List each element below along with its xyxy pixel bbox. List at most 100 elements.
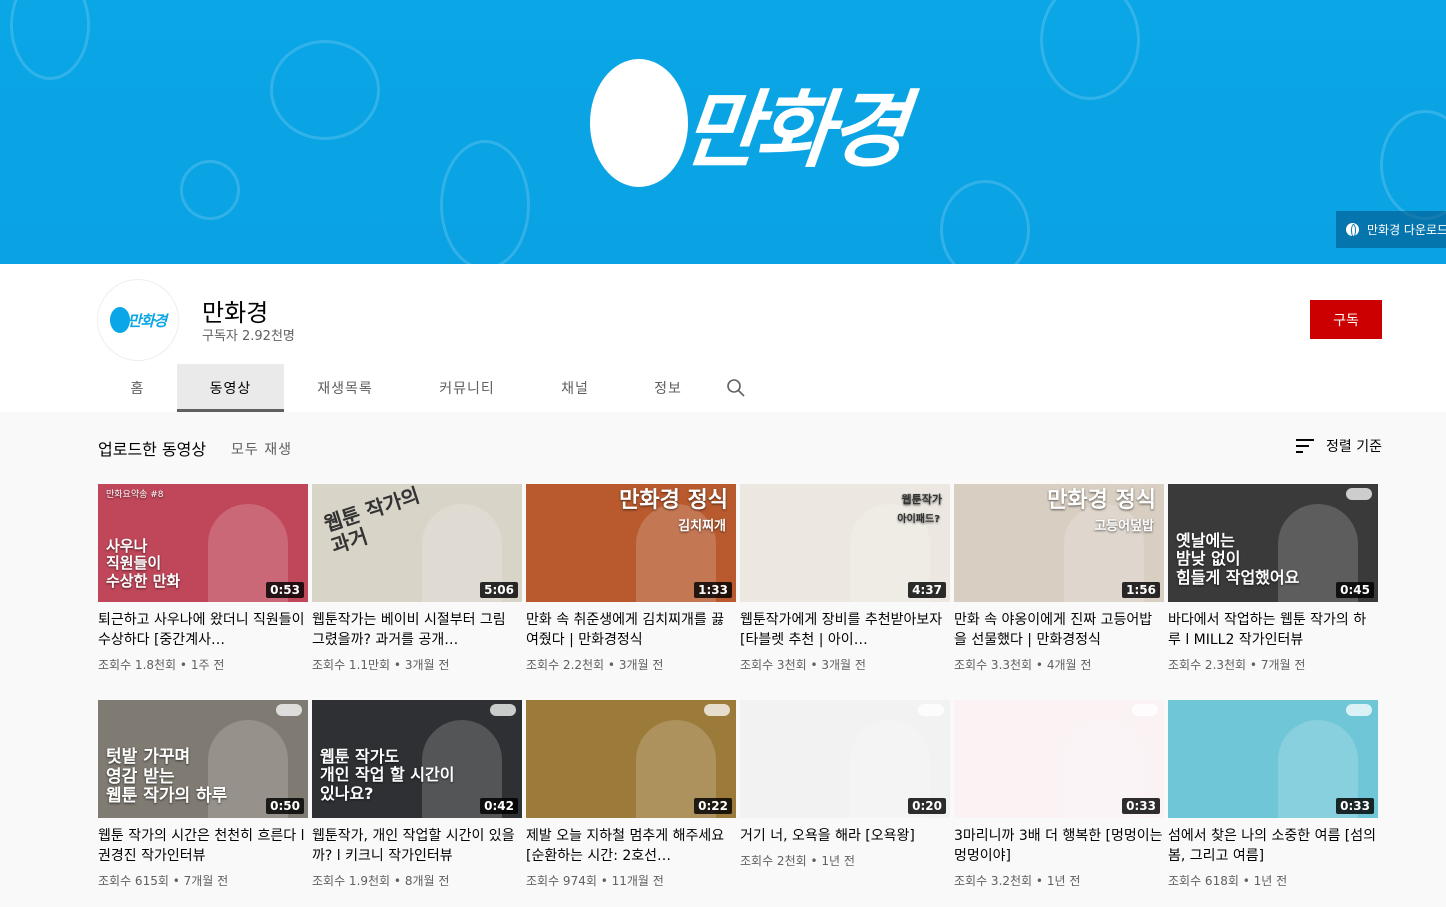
video-duration: 0:50 <box>266 798 304 814</box>
video-duration: 1:33 <box>694 582 732 598</box>
video-thumbnail[interactable]: 0:20 <box>740 700 950 818</box>
video-title[interactable]: 제발 오늘 지하철 멈추게 해주세요 [순환하는 시간: 2호선… <box>526 826 736 866</box>
subscribe-button[interactable]: 구독 <box>1310 300 1382 339</box>
tab-playlists[interactable]: 재생목록 <box>284 364 406 412</box>
video-meta: 조회수 2.2천회 • 3개월 전 <box>526 656 736 673</box>
subscriber-count: 구독자 2.92천명 <box>202 329 295 344</box>
video-card[interactable]: 0:22 제발 오늘 지하철 멈추게 해주세요 [순환하는 시간: 2호선… 조회수… <box>526 700 736 907</box>
video-card[interactable]: 만화경 정식 김치찌개 1:33 만화 속 취준생에게 김치찌개를 끓여줬다 | 만화… <box>526 484 736 700</box>
video-thumbnail[interactable]: 옛날에는 밤낮 없이 힘들게 작업했어요 0:45 <box>1168 484 1378 602</box>
watermark-logo <box>1132 704 1158 716</box>
video-thumbnail[interactable]: 0:33 <box>1168 700 1378 818</box>
meta-separator: • <box>390 874 405 888</box>
thumbnail-title: 텃밭 가꾸며 영감 받는 웹툰 작가의 하루 <box>106 747 228 807</box>
video-duration: 0:53 <box>266 582 304 598</box>
video-thumbnail[interactable]: 만화경 정식 김치찌개 1:33 <box>526 484 736 602</box>
view-count: 조회수 2.3천회 <box>1168 658 1247 672</box>
video-title[interactable]: 웹툰작가는 베이비 시절부터 그림 그렸을까? 과거를 공개… <box>312 610 522 650</box>
banner-doodle <box>1040 0 1140 100</box>
meta-separator: • <box>176 658 191 672</box>
play-all-link[interactable]: 모두 재생 <box>231 439 292 459</box>
thumbnail-title: 사우나 직원들이 수상한 만화 <box>106 537 181 590</box>
thumbnail-title: 웹툰 작가의 과거 <box>321 484 423 559</box>
video-title[interactable]: 퇴근하고 사우나에 왔더니 직원들이 수상하다 [중간계사… <box>98 610 308 650</box>
video-meta: 조회수 2.3천회 • 7개월 전 <box>1168 656 1378 673</box>
video-thumbnail[interactable]: 0:33 <box>954 700 1164 818</box>
video-title[interactable]: 웹툰작가, 개인 작업할 시간이 있을까? l 키크니 작가인터뷰 <box>312 826 522 866</box>
video-meta: 조회수 3천회 • 3개월 전 <box>740 656 950 673</box>
video-duration: 0:20 <box>908 798 946 814</box>
logo-circle <box>590 59 688 187</box>
banner-logo: 만화경 <box>590 58 908 188</box>
video-card[interactable]: 텃밭 가꾸며 영감 받는 웹툰 작가의 하루 0:50 웹툰 작가의 시간은 천천히… <box>98 700 308 907</box>
video-thumbnail[interactable]: 웹툰 작가도 개인 작업 할 시간이 있나요? 0:42 <box>312 700 522 818</box>
tab-videos[interactable]: 동영상 <box>177 364 284 412</box>
video-card[interactable]: 0:20 거기 너, 오욕을 해라 [오욕왕] 조회수 2천회 • 1년 전 <box>740 700 950 907</box>
video-title[interactable]: 만화 속 야옹이에게 진짜 고등어밥을 선물했다 | 만화경정식 <box>954 610 1164 650</box>
video-thumbnail[interactable]: 웹툰작가 아이패드? 4:37 <box>740 484 950 602</box>
banner-logo-text: 만화경 <box>678 80 909 179</box>
video-thumbnail[interactable]: 0:22 <box>526 700 736 818</box>
thumbnail-title: 웹툰작가 <box>901 493 942 506</box>
view-count: 조회수 1.1만회 <box>312 658 391 672</box>
video-meta: 조회수 2천회 • 1년 전 <box>740 852 950 869</box>
video-duration: 1:56 <box>1122 582 1160 598</box>
avatar-logo: 만화경 <box>109 307 167 333</box>
globe-icon <box>1346 223 1359 237</box>
meta-separator: • <box>1246 658 1261 672</box>
video-title[interactable]: 바다에서 작업하는 웹툰 작가의 하루 l MILL2 작가인터뷰 <box>1168 610 1378 650</box>
video-card[interactable]: 만화요약송 #8 사우나 직원들이 수상한 만화 0:53 퇴근하고 사우나에 왔더니… <box>98 484 308 700</box>
video-meta: 조회수 3.2천회 • 1년 전 <box>954 872 1164 889</box>
video-card[interactable]: 0:33 3마리니까 3배 더 행복한 [멍멍이는 멍멍이야] 조회수 3.2천회 … <box>954 700 1164 907</box>
video-card[interactable]: 웹툰작가 아이패드? 4:37 웹툰작가에게 장비를 추천받아보자 [타블렛 추천 |… <box>740 484 950 700</box>
video-thumbnail[interactable]: 텃밭 가꾸며 영감 받는 웹툰 작가의 하루 0:50 <box>98 700 308 818</box>
video-title[interactable]: 웹툰 작가의 시간은 천천히 흐른다 l 권경진 작가인터뷰 <box>98 826 308 866</box>
watermark-logo <box>490 704 516 716</box>
channel-search-button[interactable] <box>714 364 758 412</box>
video-thumbnail[interactable]: 만화요약송 #8 사우나 직원들이 수상한 만화 0:53 <box>98 484 308 602</box>
meta-separator: • <box>168 874 184 888</box>
video-title[interactable]: 만화 속 취준생에게 김치찌개를 끓여줬다 | 만화경정식 <box>526 610 736 650</box>
video-card[interactable]: 웹툰 작가도 개인 작업 할 시간이 있나요? 0:42 웹툰작가, 개인 작업할 … <box>312 700 522 907</box>
video-duration: 0:33 <box>1336 798 1374 814</box>
upload-age: 1주 전 <box>190 658 225 672</box>
video-thumbnail[interactable]: 만화경 정식 고등어덮밥 1:56 <box>954 484 1164 602</box>
upload-age: 8개월 전 <box>404 874 450 888</box>
avatar-logo-circle <box>109 307 130 333</box>
sort-icon <box>1296 439 1315 453</box>
watermark-logo <box>918 704 944 716</box>
video-meta: 조회수 618회 • 1년 전 <box>1168 872 1378 889</box>
banner-download-link[interactable]: 만화경 다운로드 <box>1336 211 1446 248</box>
thumbnail-subtitle: 고등어덮밥 <box>1094 519 1154 534</box>
video-meta: 조회수 1.9천회 • 8개월 전 <box>312 872 522 889</box>
video-card[interactable]: 옛날에는 밤낮 없이 힘들게 작업했어요 0:45 바다에서 작업하는 웹툰 작가의… <box>1168 484 1378 700</box>
tab-home[interactable]: 홈 <box>98 364 177 412</box>
watermark-logo <box>1346 488 1372 500</box>
video-title[interactable]: 3마리니까 3배 더 행복한 [멍멍이는 멍멍이야] <box>954 826 1164 866</box>
video-title[interactable]: 웹툰작가에게 장비를 추천받아보자 [타블렛 추천 | 아이… <box>740 610 950 650</box>
video-grid: 만화요약송 #8 사우나 직원들이 수상한 만화 0:53 퇴근하고 사우나에 왔더니… <box>98 484 1382 907</box>
view-count: 조회수 3.2천회 <box>954 874 1033 888</box>
tab-community[interactable]: 커뮤니티 <box>406 364 528 412</box>
video-card[interactable]: 만화경 정식 고등어덮밥 1:56 만화 속 야옹이에게 진짜 고등어밥을 선물했다 … <box>954 484 1164 700</box>
meta-separator: • <box>806 658 822 672</box>
meta-separator: • <box>1032 874 1047 888</box>
channel-avatar[interactable]: 만화경 <box>98 280 178 360</box>
tab-about[interactable]: 정보 <box>622 364 714 412</box>
sort-label: 정렬 기준 <box>1326 439 1382 455</box>
watermark-logo <box>276 704 302 716</box>
video-thumbnail[interactable]: 웹툰 작가의 과거 5:06 <box>312 484 522 602</box>
banner-doodle <box>180 160 240 220</box>
thumbnail-title: 만화경 정식 <box>619 488 728 513</box>
video-title[interactable]: 거기 너, 오욕을 해라 [오욕왕] <box>740 826 950 846</box>
video-title[interactable]: 섬에서 찾은 나의 소중한 여름 [섬의 봄, 그리고 여름] <box>1168 826 1378 866</box>
tab-channels[interactable]: 채널 <box>528 364 622 412</box>
upload-age: 1년 전 <box>1046 874 1081 888</box>
video-card[interactable]: 웹툰 작가의 과거 5:06 웹툰작가는 베이비 시절부터 그림 그렸을까? 과거를… <box>312 484 522 700</box>
video-card[interactable]: 0:33 섬에서 찾은 나의 소중한 여름 [섬의 봄, 그리고 여름] 조회수 6… <box>1168 700 1378 907</box>
view-count: 조회수 1.8천회 <box>98 658 177 672</box>
video-meta: 조회수 974회 • 11개월 전 <box>526 872 736 889</box>
sort-button[interactable]: 정렬 기준 <box>1296 436 1382 456</box>
banner-doodle <box>1380 110 1446 220</box>
video-duration: 4:37 <box>908 582 946 598</box>
